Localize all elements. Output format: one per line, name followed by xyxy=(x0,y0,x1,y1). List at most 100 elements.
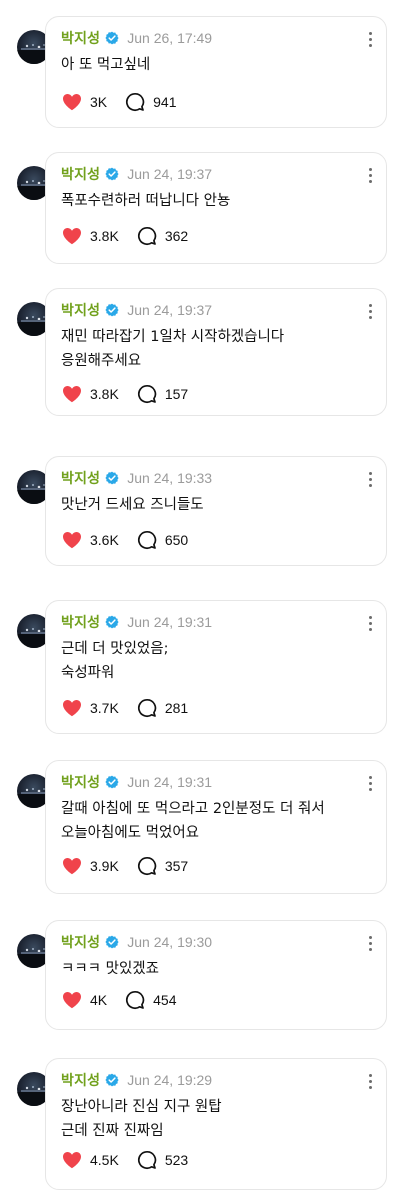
post-timestamp: Jun 24, 19:37 xyxy=(127,166,213,182)
like-button[interactable]: 3.8K xyxy=(62,385,119,403)
more-vertical-icon[interactable] xyxy=(360,613,380,633)
more-vertical-icon[interactable] xyxy=(360,29,380,49)
heart-icon xyxy=(62,531,82,549)
post-timestamp: Jun 24, 19:31 xyxy=(127,614,213,630)
comment-count: 941 xyxy=(153,94,177,110)
post-text-line: 근데 더 맛있었음; xyxy=(61,641,169,657)
post-text-line: 갈때 아침에 또 먹으라고 2인분정도 더 줘서 xyxy=(61,801,325,817)
post-text-line: 숙성파워 xyxy=(61,665,115,681)
post-card: 박지성 Jun 24, 19:31 근데 더 맛있었음; 숙성파워 3.7K 2… xyxy=(0,600,420,734)
post-text: 아 또 먹고싶네 xyxy=(61,53,374,77)
post-header: 박지성 Jun 24, 19:37 xyxy=(61,165,212,183)
message-feed: 박지성 Jun 26, 17:49 아 또 먹고싶네 3K 941 박지성 Ju… xyxy=(0,0,420,1200)
post-bubble: 박지성 Jun 24, 19:30 ㅋㅋㅋ 맛있겠죠 4K 454 xyxy=(45,920,387,1030)
more-vertical-icon[interactable] xyxy=(360,301,380,321)
like-button[interactable]: 4.5K xyxy=(62,1151,119,1169)
comment-bubble-icon xyxy=(137,226,157,246)
comment-bubble-icon xyxy=(137,698,157,718)
author-name[interactable]: 박지성 xyxy=(61,932,100,952)
like-button[interactable]: 3.6K xyxy=(62,531,119,549)
like-count: 3.8K xyxy=(90,228,119,244)
verified-badge-icon xyxy=(105,471,119,485)
comment-button[interactable]: 362 xyxy=(137,226,188,246)
comment-button[interactable]: 157 xyxy=(137,384,188,404)
comment-button[interactable]: 523 xyxy=(137,1150,188,1170)
post-text-line: ㅋㅋㅋ 맛있겠죠 xyxy=(61,961,159,977)
post-actions: 4.5K 523 xyxy=(62,1149,188,1171)
post-timestamp: Jun 24, 19:37 xyxy=(127,302,213,318)
post-card: 박지성 Jun 26, 17:49 아 또 먹고싶네 3K 941 xyxy=(0,16,420,128)
author-name[interactable]: 박지성 xyxy=(61,1070,100,1090)
post-text-line: 맛난거 드세요 즈니들도 xyxy=(61,497,204,513)
comment-count: 650 xyxy=(164,532,189,548)
post-card: 박지성 Jun 24, 19:30 ㅋㅋㅋ 맛있겠죠 4K 454 xyxy=(0,920,420,1030)
verified-badge-icon xyxy=(105,303,119,317)
post-header: 박지성 Jun 24, 19:33 xyxy=(61,469,212,487)
post-text-line: 응원해주세요 xyxy=(61,353,142,369)
author-name[interactable]: 박지성 xyxy=(61,300,100,320)
heart-icon xyxy=(62,385,82,403)
post-header: 박지성 Jun 24, 19:30 xyxy=(61,933,212,951)
post-header: 박지성 Jun 24, 19:31 xyxy=(61,773,212,791)
heart-icon xyxy=(62,699,82,717)
comment-bubble-icon xyxy=(137,384,157,404)
comment-bubble-icon xyxy=(125,990,145,1010)
author-name[interactable]: 박지성 xyxy=(61,772,100,792)
author-name[interactable]: 박지성 xyxy=(61,612,100,632)
heart-icon xyxy=(62,857,82,875)
post-text: 폭포수련하러 떠납니다 안뇽 xyxy=(61,189,374,213)
like-button[interactable]: 3K xyxy=(62,93,107,111)
comment-button[interactable]: 650 xyxy=(137,530,188,550)
post-timestamp: Jun 26, 17:49 xyxy=(127,30,213,46)
comment-button[interactable]: 454 xyxy=(125,990,176,1010)
verified-badge-icon xyxy=(105,167,119,181)
more-vertical-icon[interactable] xyxy=(360,773,380,793)
post-text: 근데 더 맛있었음; 숙성파워 xyxy=(61,637,374,685)
comment-bubble-icon xyxy=(137,1150,157,1170)
like-button[interactable]: 3.8K xyxy=(62,227,119,245)
post-timestamp: Jun 24, 19:30 xyxy=(127,934,213,950)
comment-count: 523 xyxy=(164,1152,189,1168)
like-count: 3.6K xyxy=(90,532,119,548)
post-text: 재민 따라잡기 1일차 시작하겠습니다 응원해주세요 xyxy=(61,325,374,373)
post-text-line: 폭포수련하러 떠납니다 안뇽 xyxy=(61,193,231,209)
post-text: ㅋㅋㅋ 맛있겠죠 xyxy=(61,957,374,981)
comment-button[interactable]: 941 xyxy=(125,92,176,112)
post-actions: 3.8K 362 xyxy=(62,225,188,247)
post-timestamp: Jun 24, 19:33 xyxy=(127,470,213,486)
like-button[interactable]: 3.7K xyxy=(62,699,119,717)
more-vertical-icon[interactable] xyxy=(360,1071,380,1091)
post-timestamp: Jun 24, 19:31 xyxy=(127,774,213,790)
heart-icon xyxy=(62,991,82,1009)
comment-count: 157 xyxy=(164,386,189,402)
more-vertical-icon[interactable] xyxy=(360,933,380,953)
author-name[interactable]: 박지성 xyxy=(61,468,100,488)
like-count: 4K xyxy=(90,992,108,1008)
comment-bubble-icon xyxy=(125,92,145,112)
verified-badge-icon xyxy=(105,31,119,45)
comment-button[interactable]: 357 xyxy=(137,856,188,876)
post-bubble: 박지성 Jun 24, 19:31 갈때 아침에 또 먹으라고 2인분정도 더 … xyxy=(45,760,387,894)
post-text-line: 아 또 먹고싶네 xyxy=(61,57,151,73)
comment-count: 454 xyxy=(153,992,177,1008)
like-button[interactable]: 4K xyxy=(62,991,107,1009)
post-actions: 3.8K 157 xyxy=(62,383,188,405)
post-bubble: 박지성 Jun 26, 17:49 아 또 먹고싶네 3K 941 xyxy=(45,16,387,128)
post-actions: 3K 941 xyxy=(62,91,176,113)
post-text-line: 오늘아침에도 먹었어요 xyxy=(61,825,200,841)
like-button[interactable]: 3.9K xyxy=(62,857,119,875)
more-vertical-icon[interactable] xyxy=(360,469,380,489)
author-name[interactable]: 박지성 xyxy=(61,164,100,184)
heart-icon xyxy=(62,1151,82,1169)
comment-button[interactable]: 281 xyxy=(137,698,188,718)
verified-badge-icon xyxy=(105,775,119,789)
post-actions: 3.9K 357 xyxy=(62,855,188,877)
more-vertical-icon[interactable] xyxy=(360,165,380,185)
post-text-line: 장난아니라 진심 지구 원탑 xyxy=(61,1099,222,1115)
post-actions: 3.6K 650 xyxy=(62,529,188,551)
post-header: 박지성 Jun 24, 19:37 xyxy=(61,301,212,319)
post-text: 갈때 아침에 또 먹으라고 2인분정도 더 줘서 오늘아침에도 먹었어요 xyxy=(61,797,374,845)
author-name[interactable]: 박지성 xyxy=(61,28,100,48)
heart-icon xyxy=(62,227,82,245)
verified-badge-icon xyxy=(105,615,119,629)
